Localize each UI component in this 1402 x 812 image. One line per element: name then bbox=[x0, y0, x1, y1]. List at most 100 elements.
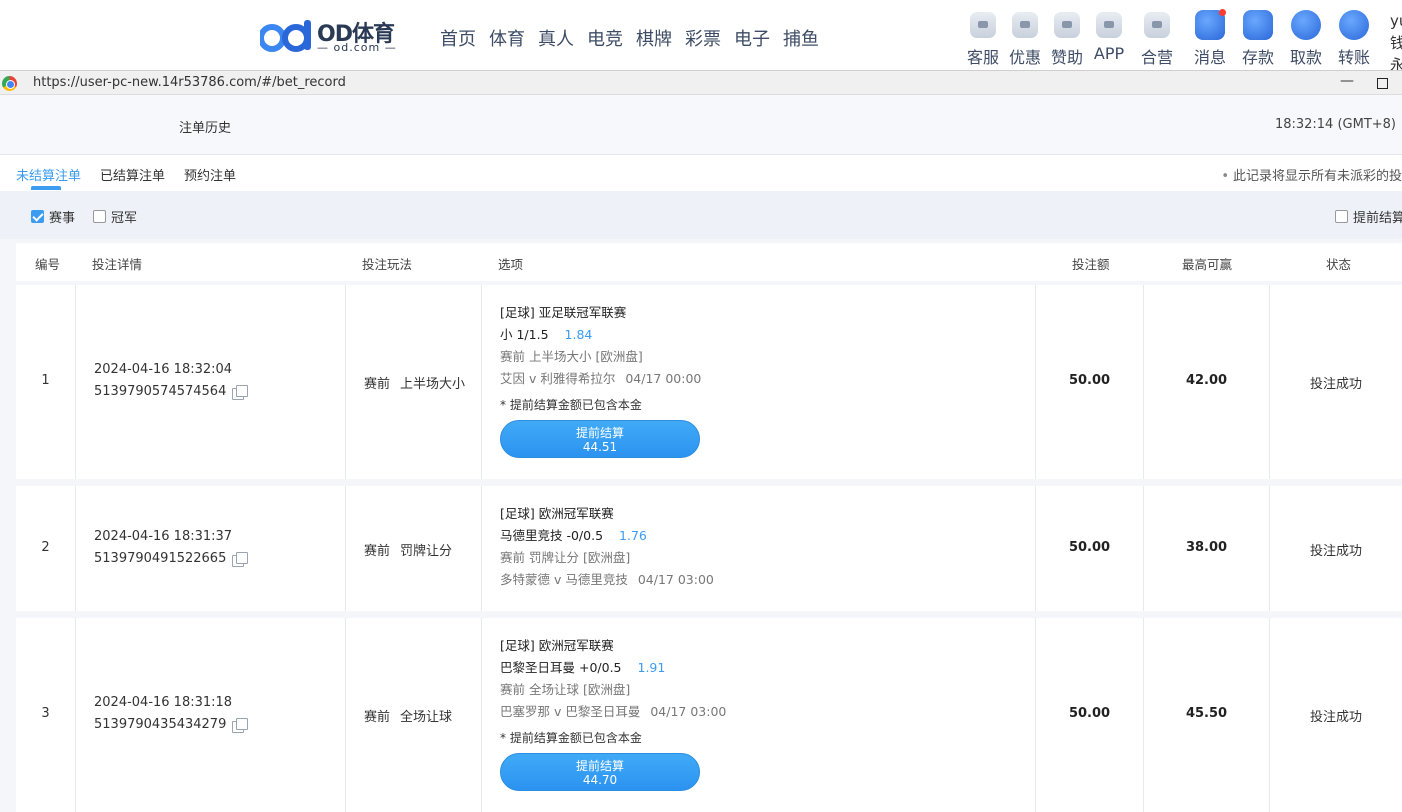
page-title: 注单历史 bbox=[179, 121, 232, 136]
match-date: 04/17 03:00 bbox=[650, 704, 727, 719]
nav-item-cards[interactable]: 棋牌 bbox=[636, 25, 672, 51]
league-name: [足球] 欧洲冠军联赛 bbox=[500, 506, 614, 521]
match-teams: 多特蒙德 v 马德里竞技 bbox=[500, 572, 628, 587]
market-detail: 赛前 上半场大小 [欧洲盘] bbox=[500, 349, 643, 364]
max-win-amount: 38.00 bbox=[1185, 540, 1228, 555]
tab-info-note: 此记录将显示所有未派彩的投 bbox=[1221, 165, 1402, 184]
nav-item-sports[interactable]: 体育 bbox=[489, 25, 525, 51]
column-header-max-win: 最高可赢 bbox=[1182, 257, 1233, 272]
mobile-phone-icon bbox=[1096, 12, 1122, 38]
early-settle-note: * 提前结算金额已包含本金 bbox=[500, 398, 642, 412]
tab-reserved[interactable]: 预约注单 bbox=[184, 165, 236, 184]
table-row: 3 2024-04-16 18:31:18 5139790435434279 赛… bbox=[16, 618, 1402, 812]
match-date: 04/17 00:00 bbox=[625, 371, 702, 386]
bet-id: 5139790574574564 bbox=[94, 384, 249, 400]
page-header: 注单历史 18:32:14 (GMT+8) bbox=[0, 95, 1402, 155]
medal-icon bbox=[1054, 12, 1080, 38]
quick-link-affiliate[interactable]: 合营 bbox=[1136, 12, 1178, 68]
od-logo-icon bbox=[260, 20, 311, 52]
user-info[interactable]: yu 钱 永 bbox=[1390, 10, 1402, 76]
tab-unsettled[interactable]: 未结算注单 bbox=[16, 165, 81, 184]
match-teams: 艾因 v 利雅得希拉尔 bbox=[500, 371, 616, 386]
nav-item-slots[interactable]: 电子 bbox=[734, 25, 770, 51]
early-settle-button[interactable]: 提前结算 44.70 bbox=[500, 753, 700, 791]
nav-item-fishing[interactable]: 捕鱼 bbox=[783, 25, 819, 51]
match-teams: 巴塞罗那 v 巴黎圣日耳曼 bbox=[500, 704, 641, 719]
active-tab-indicator bbox=[31, 186, 61, 190]
bet-selection-block: [足球] 亚足联冠军联赛 小 1/1.5 1.84 赛前 上半场大小 [欧洲盘] … bbox=[500, 302, 701, 458]
logo-subtitle: — od.com — bbox=[317, 41, 397, 54]
window-title-bar: https://user-pc-new.14r53786.com/#/bet_r… bbox=[0, 70, 1402, 95]
column-header-bet-type: 投注玩法 bbox=[362, 257, 413, 272]
nav-item-lottery[interactable]: 彩票 bbox=[685, 25, 721, 51]
nav-item-esports[interactable]: 电竞 bbox=[587, 25, 623, 51]
quick-link-sponsorship[interactable]: 赞助 bbox=[1046, 12, 1088, 68]
main-nav: 首页 体育 真人 电竞 棋牌 彩票 电子 捕鱼 bbox=[440, 25, 832, 51]
action-messages[interactable]: 消息 bbox=[1186, 9, 1234, 68]
wallet-icon bbox=[1243, 10, 1273, 40]
odds: 1.91 bbox=[637, 660, 666, 675]
bet-record-table: 编号 投注详情 投注玩法 选项 投注额 最高可赢 状态 1 2024-04-16… bbox=[16, 243, 1402, 812]
checkbox-unchecked-icon bbox=[1335, 210, 1348, 223]
unread-dot bbox=[1219, 9, 1226, 16]
max-win-amount: 45.50 bbox=[1185, 706, 1228, 721]
column-header-stake: 投注额 bbox=[1072, 257, 1110, 272]
server-clock: 18:32:14 (GMT+8) bbox=[1274, 117, 1396, 132]
stake-amount: 50.00 bbox=[1068, 706, 1111, 721]
nav-item-live-casino[interactable]: 真人 bbox=[538, 25, 574, 51]
handshake-icon bbox=[1144, 12, 1170, 38]
minimize-button[interactable]: — bbox=[1340, 73, 1354, 89]
quick-link-support[interactable]: 客服 bbox=[962, 12, 1004, 68]
action-transfer[interactable]: 转账 bbox=[1330, 10, 1378, 68]
site-logo[interactable]: OD体育 — od.com — bbox=[260, 14, 400, 58]
window-url: https://user-pc-new.14r53786.com/#/bet_r… bbox=[33, 75, 346, 90]
early-settle-button[interactable]: 提前结算 44.51 bbox=[500, 420, 700, 458]
row-number: 1 bbox=[41, 373, 50, 388]
stake-amount: 50.00 bbox=[1068, 540, 1111, 555]
market-detail: 赛前 全场让球 [欧洲盘] bbox=[500, 682, 631, 697]
row-number: 2 bbox=[41, 540, 50, 555]
copy-icon[interactable] bbox=[232, 384, 249, 400]
quick-link-promotions[interactable]: 优惠 bbox=[1004, 12, 1046, 68]
column-header-selection: 选项 bbox=[498, 257, 524, 272]
copy-icon[interactable] bbox=[232, 551, 249, 567]
table-row: 1 2024-04-16 18:32:04 5139790574574564 赛… bbox=[16, 285, 1402, 479]
quick-links: 客服 优惠 赞助 APP 合营 bbox=[962, 12, 1178, 68]
coin-icon bbox=[1291, 10, 1321, 40]
site-header: OD体育 — od.com — 首页 体育 真人 电竞 棋牌 彩票 电子 捕鱼 … bbox=[0, 0, 1402, 74]
checkbox-unchecked-icon bbox=[93, 210, 106, 223]
bet-selection-block: [足球] 欧洲冠军联赛 巴黎圣日耳曼 +0/0.5 1.91 赛前 全场让球 [欧… bbox=[500, 635, 726, 791]
maximize-button[interactable] bbox=[1377, 78, 1388, 89]
action-withdraw[interactable]: 取款 bbox=[1282, 10, 1330, 68]
league-name: [足球] 欧洲冠军联赛 bbox=[500, 638, 614, 653]
mail-icon bbox=[1195, 9, 1226, 40]
action-deposit[interactable]: 存款 bbox=[1234, 10, 1282, 68]
quick-link-app[interactable]: APP bbox=[1088, 12, 1130, 68]
filter-match-checkbox[interactable]: 赛事 bbox=[31, 207, 75, 226]
account-actions: 消息 存款 取款 转账 bbox=[1186, 9, 1378, 68]
league-name: [足球] 亚足联冠军联赛 bbox=[500, 305, 627, 320]
row-number: 3 bbox=[41, 706, 50, 721]
tab-settled[interactable]: 已结算注单 bbox=[100, 165, 165, 184]
filter-champion-checkbox[interactable]: 冠军 bbox=[93, 207, 137, 226]
odds: 1.84 bbox=[564, 327, 593, 342]
bet-play: 赛前 上半场大小 bbox=[364, 377, 466, 392]
checkbox-checked-icon bbox=[31, 210, 44, 223]
bet-selection-block: [足球] 欧洲冠军联赛 马德里竞技 -0/0.5 1.76 赛前 罚牌让分 [欧洲… bbox=[500, 503, 714, 591]
filter-early-settle-checkbox[interactable]: 提前结算 bbox=[1335, 207, 1402, 226]
nav-item-home[interactable]: 首页 bbox=[440, 25, 476, 51]
bet-time: 2024-04-16 18:32:04 bbox=[94, 362, 233, 377]
bet-time: 2024-04-16 18:31:18 bbox=[94, 695, 233, 710]
chat-bubble-icon bbox=[970, 12, 996, 38]
bet-play: 赛前 全场让球 bbox=[364, 710, 453, 725]
column-header-status: 状态 bbox=[1326, 257, 1352, 272]
bet-time: 2024-04-16 18:31:37 bbox=[94, 529, 233, 544]
market-detail: 赛前 罚牌让分 [欧洲盘] bbox=[500, 550, 631, 565]
column-header-number: 编号 bbox=[35, 257, 61, 272]
early-settle-note: * 提前结算金额已包含本金 bbox=[500, 731, 642, 745]
bet-status: 投注成功 bbox=[1309, 544, 1362, 559]
filter-bar: 赛事 冠军 提前结算 bbox=[0, 191, 1402, 239]
bet-id: 5139790435434279 bbox=[94, 717, 249, 733]
copy-icon[interactable] bbox=[232, 717, 249, 733]
gift-card-icon bbox=[1012, 12, 1038, 38]
